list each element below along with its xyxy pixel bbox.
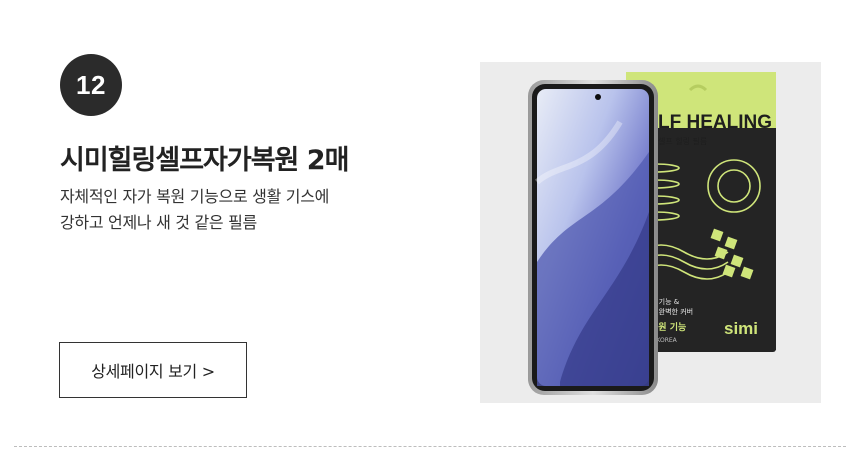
brand-logo: simi <box>724 319 758 338</box>
item-number: 12 <box>76 69 106 100</box>
product-description: 자체적인 자가 복원 기능으로 생활 기스에 강하고 언제나 새 것 같은 필름 <box>60 184 420 236</box>
description-line-1: 자체적인 자가 복원 기능으로 생활 기스에 <box>60 187 330 206</box>
description-line-2: 강하고 언제나 새 것 같은 필름 <box>60 213 257 232</box>
view-detail-button[interactable]: 상세페이지 보기 > <box>59 342 247 398</box>
product-image[interactable]: LF HEALING 셀프 힐링 필름 지 기능 & 지 완벽한 커버 복원 기… <box>480 62 821 403</box>
section-divider <box>14 446 846 447</box>
item-number-badge: 12 <box>60 54 122 116</box>
product-title: 시미힐링셀프자가복원 2매 <box>60 145 349 176</box>
smartphone <box>528 80 658 395</box>
package-subheading: 셀프 힐링 필름 <box>658 136 707 146</box>
package-heading: LF HEALING <box>658 112 772 133</box>
